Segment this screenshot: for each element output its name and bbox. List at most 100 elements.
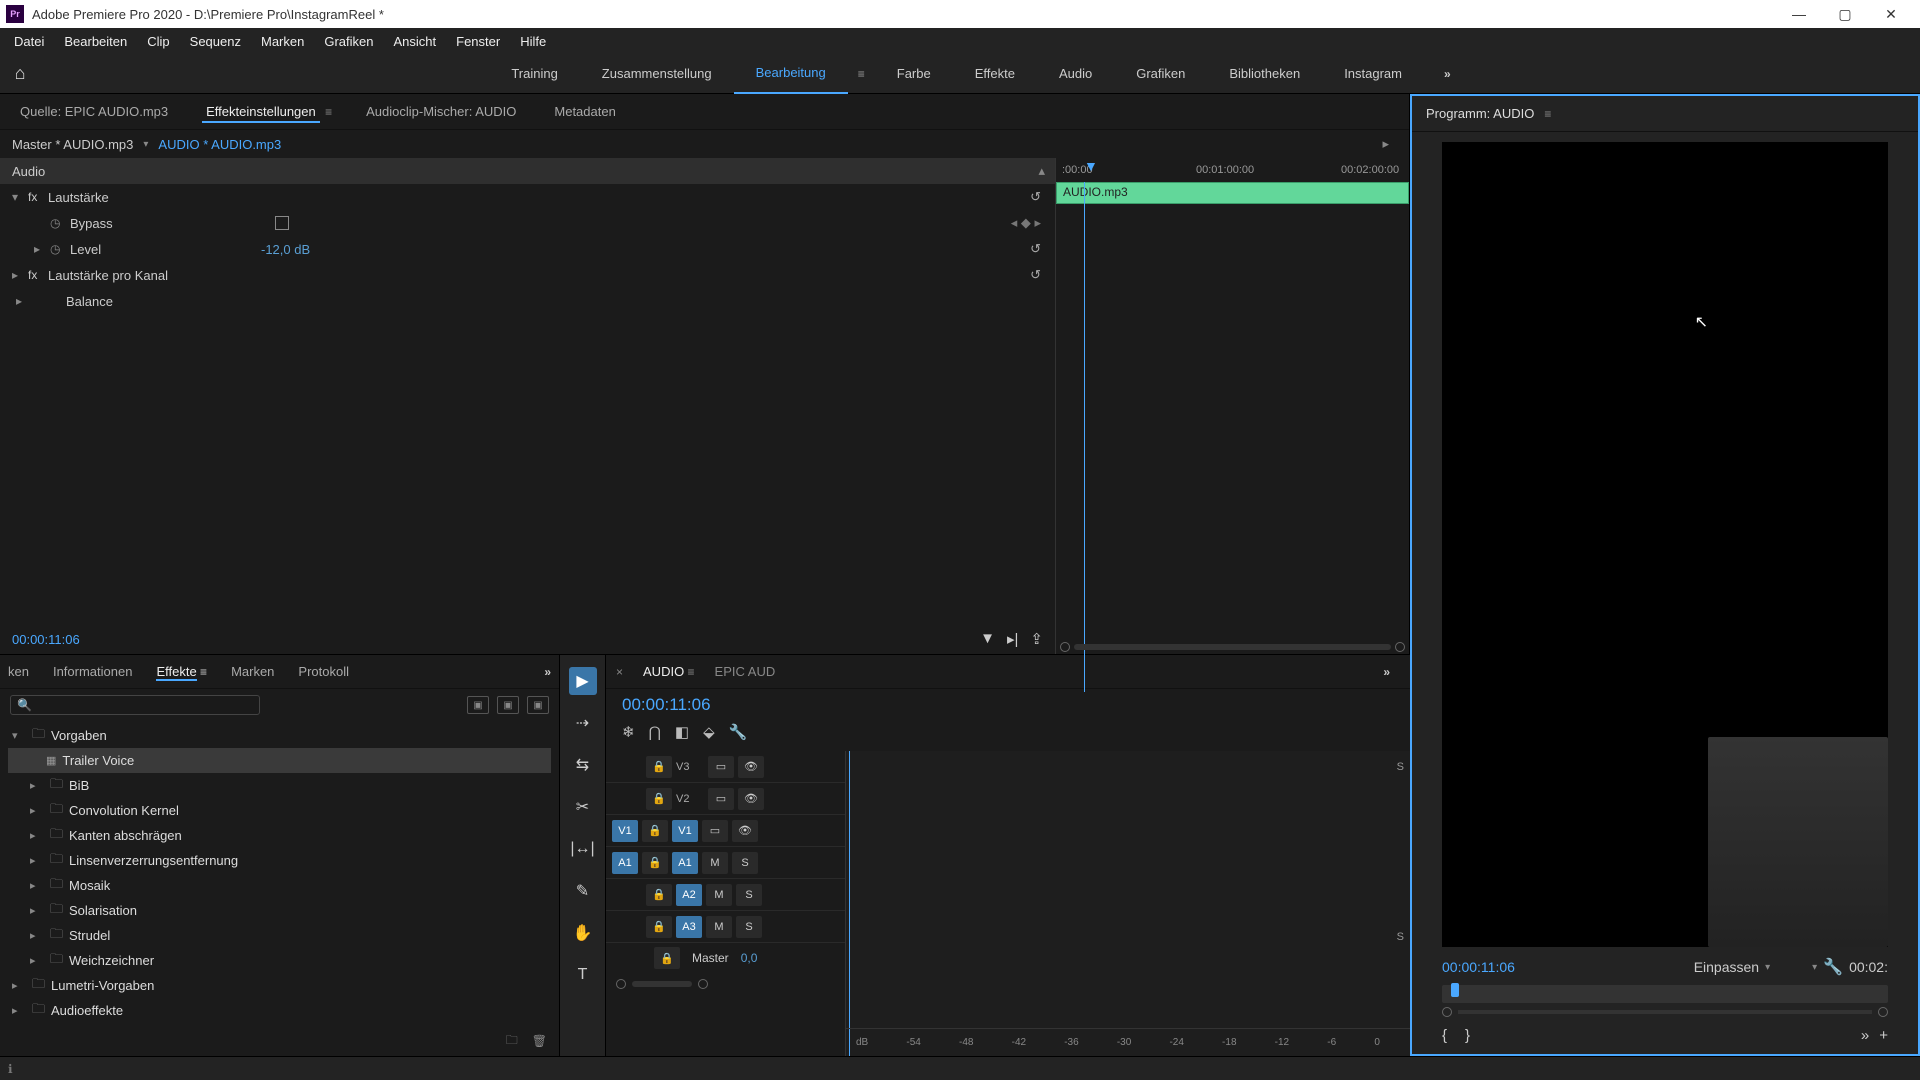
- tab-marken[interactable]: Marken: [231, 664, 274, 679]
- tab-menu-icon[interactable]: ≡: [1544, 107, 1551, 121]
- type-tool-icon[interactable]: T: [569, 961, 597, 989]
- tab-info[interactable]: Informationen: [53, 664, 133, 679]
- fx-icon[interactable]: fx: [28, 190, 48, 204]
- master-value[interactable]: 0,0: [741, 951, 758, 965]
- timeline-timecode[interactable]: 00:00:11:06: [622, 695, 711, 715]
- track-select-tool-icon[interactable]: ⇢: [569, 709, 597, 737]
- mark-in-icon[interactable]: {: [1442, 1027, 1447, 1044]
- tree-strudel[interactable]: ▸🗀Strudel: [8, 923, 551, 948]
- ec-row-lautstaerke[interactable]: ▾ fx Lautstärke ↺: [0, 184, 1055, 210]
- lock-icon[interactable]: 🔒: [646, 884, 672, 906]
- wrench-icon[interactable]: 🔧: [1823, 957, 1843, 977]
- filter-icon[interactable]: ▼: [980, 630, 995, 648]
- tree-kanten[interactable]: ▸🗀Kanten abschrägen: [8, 823, 551, 848]
- bypass-checkbox[interactable]: [275, 216, 289, 230]
- lock-icon[interactable]: 🔒: [654, 947, 680, 969]
- add-button-icon[interactable]: +: [1879, 1027, 1888, 1044]
- new-bin-icon[interactable]: 🗀: [506, 1031, 518, 1052]
- playhead-line[interactable]: [849, 751, 850, 1056]
- track-v2[interactable]: 🔒 V2 ▭ 👁: [606, 783, 845, 815]
- snapping-icon[interactable]: ❄: [622, 723, 635, 741]
- overflow-icon[interactable]: »: [1861, 1027, 1869, 1044]
- tab-truncated[interactable]: ken: [8, 664, 29, 679]
- expand-icon[interactable]: ▸: [12, 268, 28, 282]
- solo-button[interactable]: S: [732, 852, 758, 874]
- menu-clip[interactable]: Clip: [137, 34, 179, 49]
- eye-icon[interactable]: 👁: [738, 788, 764, 810]
- tree-trailer-voice[interactable]: ▦Trailer Voice: [8, 748, 551, 773]
- menu-bearbeiten[interactable]: Bearbeiten: [54, 34, 137, 49]
- settings-icon[interactable]: 🔧: [729, 723, 748, 741]
- ec-mini-timeline[interactable]: :00:00 00:01:00:00 00:02:00:00 ▼ AUDIO.m…: [1055, 158, 1409, 654]
- tab-program[interactable]: Programm: AUDIO: [1426, 106, 1534, 121]
- program-timecode[interactable]: 00:00:11:06: [1442, 959, 1515, 975]
- playhead-icon[interactable]: ▼: [1084, 158, 1098, 174]
- track-a1[interactable]: A1 🔒 A1 M S: [606, 847, 845, 879]
- tree-mosaik[interactable]: ▸🗀Mosaik: [8, 873, 551, 898]
- mark-out-icon[interactable]: }: [1465, 1027, 1470, 1044]
- fx-icon[interactable]: fx: [28, 268, 48, 282]
- tree-bib[interactable]: ▸🗀BiB: [8, 773, 551, 798]
- lock-icon[interactable]: 🔒: [646, 756, 672, 778]
- ws-menu-icon[interactable]: ≡: [848, 67, 875, 81]
- tab-audio-mixer[interactable]: Audioclip-Mischer: AUDIO: [362, 102, 520, 121]
- ec-row-balance[interactable]: ▸ Balance: [0, 288, 1055, 314]
- track-master[interactable]: 🔒 Master 0,0: [606, 943, 845, 973]
- marker-icon[interactable]: ⬙: [703, 723, 715, 741]
- menu-grafiken[interactable]: Grafiken: [314, 34, 383, 49]
- ws-bearbeitung[interactable]: Bearbeitung: [734, 54, 848, 94]
- tab-menu-icon[interactable]: ≡: [688, 665, 695, 679]
- menu-datei[interactable]: Datei: [4, 34, 54, 49]
- home-icon[interactable]: ⌂: [0, 63, 40, 84]
- ws-overflow-icon[interactable]: »: [1424, 67, 1471, 81]
- timeline-tab-audio[interactable]: AUDIO: [643, 664, 684, 679]
- source-patch-v1[interactable]: V1: [612, 820, 638, 842]
- tree-lumetri[interactable]: ▸🗀Lumetri-Vorgaben: [8, 973, 551, 998]
- track-target-a3[interactable]: A3: [676, 916, 702, 938]
- effects-search-input[interactable]: [32, 698, 253, 712]
- expand-icon[interactable]: ▾: [12, 190, 28, 204]
- slip-tool-icon[interactable]: |↔|: [569, 835, 597, 863]
- track-a3[interactable]: 🔒 A3 M S: [606, 911, 845, 943]
- track-target-a1[interactable]: A1: [672, 852, 698, 874]
- ws-audio[interactable]: Audio: [1037, 54, 1114, 94]
- chevron-down-icon[interactable]: ▾: [1765, 962, 1770, 973]
- hand-tool-icon[interactable]: ✋: [569, 919, 597, 947]
- tab-protokoll[interactable]: Protokoll: [298, 664, 349, 679]
- zoom-handle-left[interactable]: [616, 979, 626, 989]
- menu-ansicht[interactable]: Ansicht: [383, 34, 446, 49]
- ws-effekte[interactable]: Effekte: [953, 54, 1037, 94]
- tree-vorgaben[interactable]: ▾🗀Vorgaben: [8, 723, 551, 748]
- linked-selection-icon[interactable]: ◧: [675, 723, 689, 741]
- play-only-icon[interactable]: ▸|: [1007, 630, 1018, 648]
- expand-icon[interactable]: ▸: [34, 242, 50, 256]
- selection-tool-icon[interactable]: ▶: [569, 667, 597, 695]
- ripple-edit-tool-icon[interactable]: ⇆: [569, 751, 597, 779]
- quality-dropdown-icon[interactable]: ▾: [1812, 962, 1817, 973]
- tree-audioeffekte[interactable]: ▸🗀Audioeffekte: [8, 998, 551, 1023]
- ws-training[interactable]: Training: [489, 54, 579, 94]
- fit-dropdown[interactable]: Einpassen: [1694, 959, 1759, 975]
- zoom-handle[interactable]: [1442, 1007, 1452, 1017]
- track-a2[interactable]: 🔒 A2 M S: [606, 879, 845, 911]
- maximize-button[interactable]: ▢: [1822, 0, 1868, 28]
- reset-icon[interactable]: ↺: [1030, 241, 1041, 257]
- program-viewer[interactable]: ↖: [1442, 142, 1888, 947]
- lock-icon[interactable]: 🔒: [646, 916, 672, 938]
- magnet-icon[interactable]: ⋂: [649, 723, 661, 741]
- delete-icon[interactable]: 🗑: [532, 1034, 547, 1048]
- track-v1[interactable]: V1 🔒 V1 ▭ 👁: [606, 815, 845, 847]
- mute-button[interactable]: M: [702, 852, 728, 874]
- toggle-output-icon[interactable]: ▭: [708, 756, 734, 778]
- tab-metadata[interactable]: Metadaten: [550, 102, 619, 121]
- tree-convolution[interactable]: ▸🗀Convolution Kernel: [8, 798, 551, 823]
- source-patch-a1[interactable]: A1: [612, 852, 638, 874]
- zoom-handle-right[interactable]: [1395, 642, 1405, 652]
- pen-tool-icon[interactable]: ✎: [569, 877, 597, 905]
- export-icon[interactable]: ⇪: [1030, 630, 1043, 648]
- stopwatch-icon[interactable]: ◷: [50, 216, 70, 230]
- program-scrubber[interactable]: [1442, 985, 1888, 1003]
- ec-master-label[interactable]: Master * AUDIO.mp3: [12, 137, 133, 152]
- menu-sequenz[interactable]: Sequenz: [180, 34, 251, 49]
- close-icon[interactable]: ×: [616, 665, 623, 679]
